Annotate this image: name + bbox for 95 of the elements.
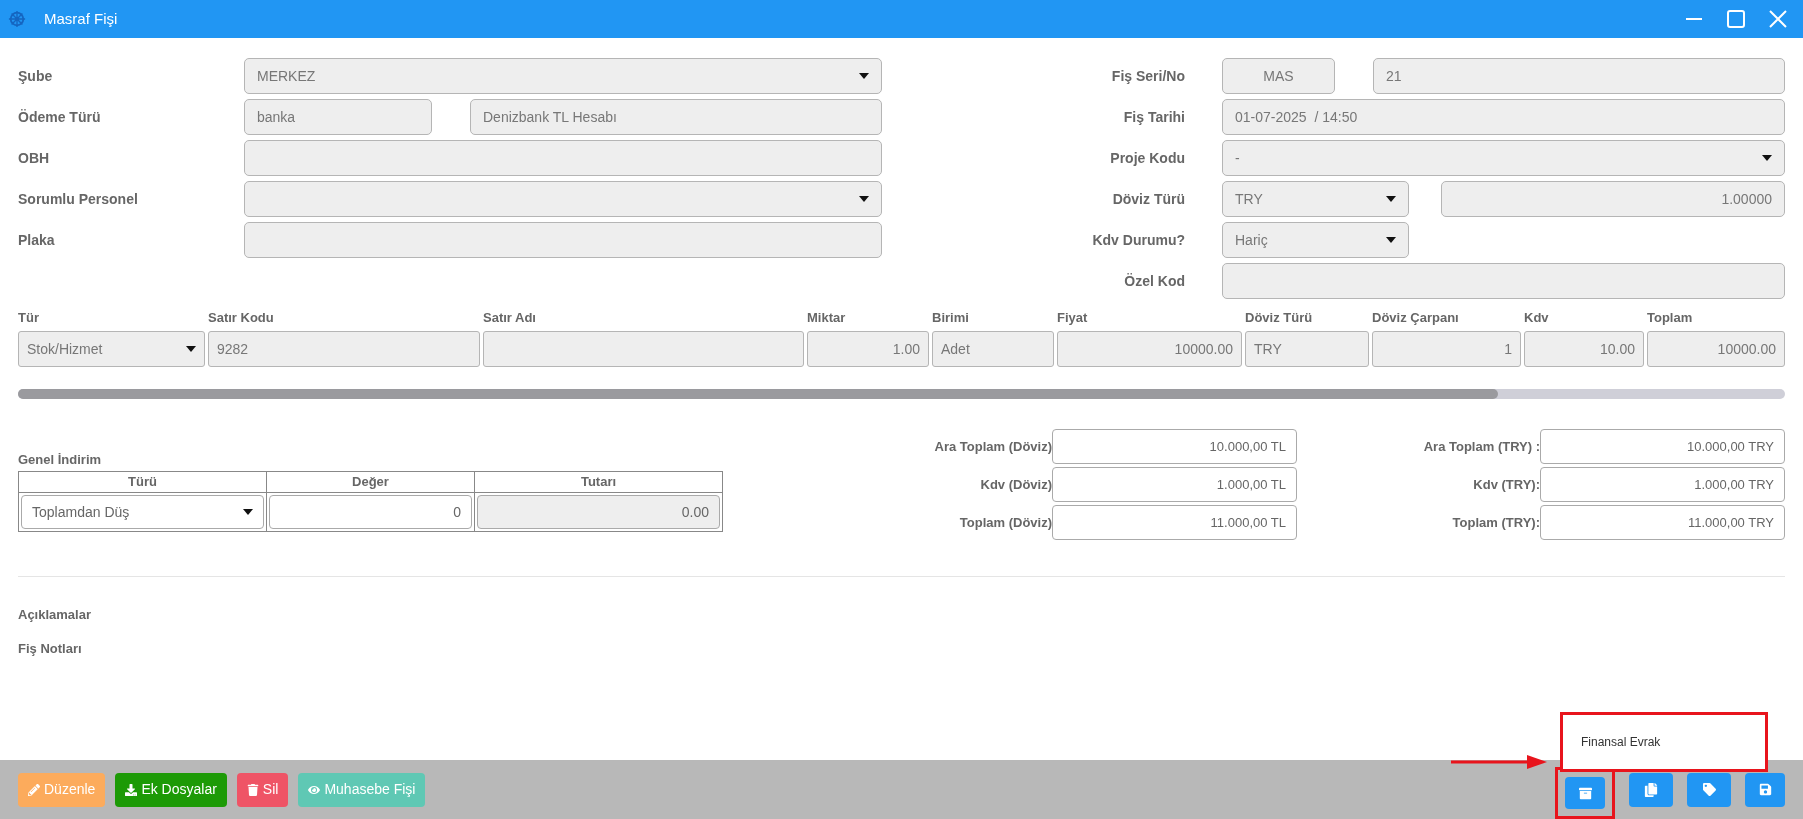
total-label: Kdv (Döviz) (979, 475, 1052, 494)
total-label: Ara Toplam (Döviz) (933, 437, 1052, 456)
download-icon (125, 783, 138, 796)
caret-icon (859, 73, 869, 79)
table-cell[interactable]: Adet (932, 331, 1054, 367)
column-header: Tür (18, 310, 39, 325)
column-header: Birimi (932, 310, 969, 325)
total-label: Toplam (TRY): (1451, 513, 1540, 532)
total-field: 10.000,00 TL (1052, 429, 1297, 464)
action-button[interactable]: Ek Dosyalar (115, 772, 227, 807)
field-label: Şube (18, 66, 54, 86)
dropdown-field[interactable]: TRY (1222, 181, 1409, 217)
dropdown-field[interactable]: MERKEZ (244, 58, 882, 94)
input-field[interactable] (1222, 263, 1785, 299)
column-header: Kdv (1524, 310, 1549, 325)
column-header: Değer (352, 473, 389, 492)
input-field[interactable] (244, 140, 882, 176)
field-label: Kdv Durumu? (1091, 230, 1185, 250)
save-icon (1758, 783, 1772, 796)
save-button[interactable] (1745, 772, 1785, 807)
field-label: Proje Kodu (1109, 148, 1185, 168)
pencil-icon (28, 783, 40, 796)
dropdown-field[interactable]: - (1222, 140, 1785, 176)
field-label: Fiş Seri/No (1110, 66, 1185, 86)
action-button[interactable]: Muhasebe Fişi (298, 772, 426, 807)
dropdown-field[interactable] (244, 181, 882, 217)
table-cell[interactable]: 10.00 (1524, 331, 1644, 367)
dropdown-field[interactable]: Hariç (1222, 222, 1409, 258)
total-field: 1.000,00 TL (1052, 467, 1297, 502)
table-cell[interactable]: TRY (1245, 331, 1369, 367)
maximize-icon[interactable] (1727, 10, 1745, 28)
copy-icon (1644, 782, 1658, 797)
table-cell[interactable]: 1.00 (807, 331, 929, 367)
caret-icon (1386, 196, 1396, 202)
input-field[interactable]: banka (244, 99, 432, 135)
table-cell[interactable] (483, 331, 804, 367)
wheel-icon (8, 10, 26, 28)
input-field[interactable] (244, 222, 882, 258)
eye-icon (308, 783, 321, 796)
field-label: Özel Kod (1123, 271, 1185, 291)
input-field[interactable]: 21 (1373, 58, 1785, 94)
column-header: Tutarı (580, 473, 617, 492)
table-cell[interactable]: 9282 (208, 331, 480, 367)
field-label: OBH (18, 148, 51, 168)
field-label: Döviz Türü (1111, 189, 1185, 209)
section-title: Açıklamalar (18, 606, 92, 624)
input-field[interactable]: 01-07-2025 / 14:50 (1222, 99, 1785, 135)
table-cell[interactable]: 10000.00 (1057, 331, 1242, 367)
column-header: Toplam (1647, 310, 1693, 325)
table-cell[interactable]: 10000.00 (1647, 331, 1785, 367)
section-title: Genel İndirim (18, 452, 102, 467)
tag-button[interactable] (1687, 772, 1731, 807)
total-field: 1.000,00 TRY (1540, 467, 1785, 502)
field-label: Sorumlu Personel (18, 189, 139, 209)
total-label: Ara Toplam (TRY) : (1422, 437, 1540, 456)
input-field[interactable]: MAS (1222, 58, 1335, 94)
column-header: Fiyat (1057, 310, 1088, 325)
input-field[interactable]: Denizbank TL Hesabı (470, 99, 882, 135)
close-icon[interactable] (1769, 10, 1787, 28)
caret-icon (243, 509, 253, 515)
field-label: Fiş Tarihi (1122, 107, 1185, 127)
total-field: 10.000,00 TRY (1540, 429, 1785, 464)
scrollbar-thumb[interactable] (18, 389, 1498, 399)
total-label: Toplam (Döviz) (958, 513, 1052, 532)
input-field[interactable]: 1.00000 (1441, 181, 1785, 217)
window-title: Masraf Fişi (44, 8, 118, 29)
caret-icon (1762, 155, 1772, 161)
action-button[interactable]: Sil (236, 772, 289, 807)
caret-icon (186, 346, 196, 352)
column-header: Döviz Çarpanı (1372, 310, 1459, 325)
caret-icon (859, 196, 869, 202)
column-header: Miktar (807, 310, 846, 325)
column-header: Satır Kodu (208, 310, 274, 325)
dropdown-field[interactable]: Toplamdan Düş (21, 495, 264, 529)
section-title: Fiş Notları (18, 639, 83, 658)
scrollbar[interactable] (18, 389, 1785, 399)
archive-button[interactable] (1565, 777, 1605, 809)
dropdown-field[interactable]: Stok/Hizmet (18, 331, 205, 367)
field-label: Plaka (18, 230, 56, 250)
readonly-field[interactable]: 0.00 (477, 495, 720, 529)
column-header: Döviz Türü (1245, 310, 1313, 325)
total-field: 11.000,00 TRY (1540, 505, 1785, 540)
tag-icon (1702, 783, 1716, 796)
menu-item[interactable]: Finansal Evrak (1581, 733, 1747, 751)
total-label: Kdv (TRY): (1472, 475, 1540, 494)
archive-icon (1578, 786, 1592, 800)
trash-icon (246, 783, 259, 796)
field-label: Ödeme Türü (18, 107, 102, 127)
caret-icon (1386, 237, 1396, 243)
column-header: Türü (128, 473, 157, 492)
total-field: 11.000,00 TL (1052, 505, 1297, 540)
input-field[interactable]: 0 (269, 495, 472, 529)
copy-button[interactable] (1629, 772, 1673, 807)
column-header: Satır Adı (483, 310, 536, 325)
table-cell[interactable]: 1 (1372, 331, 1521, 367)
